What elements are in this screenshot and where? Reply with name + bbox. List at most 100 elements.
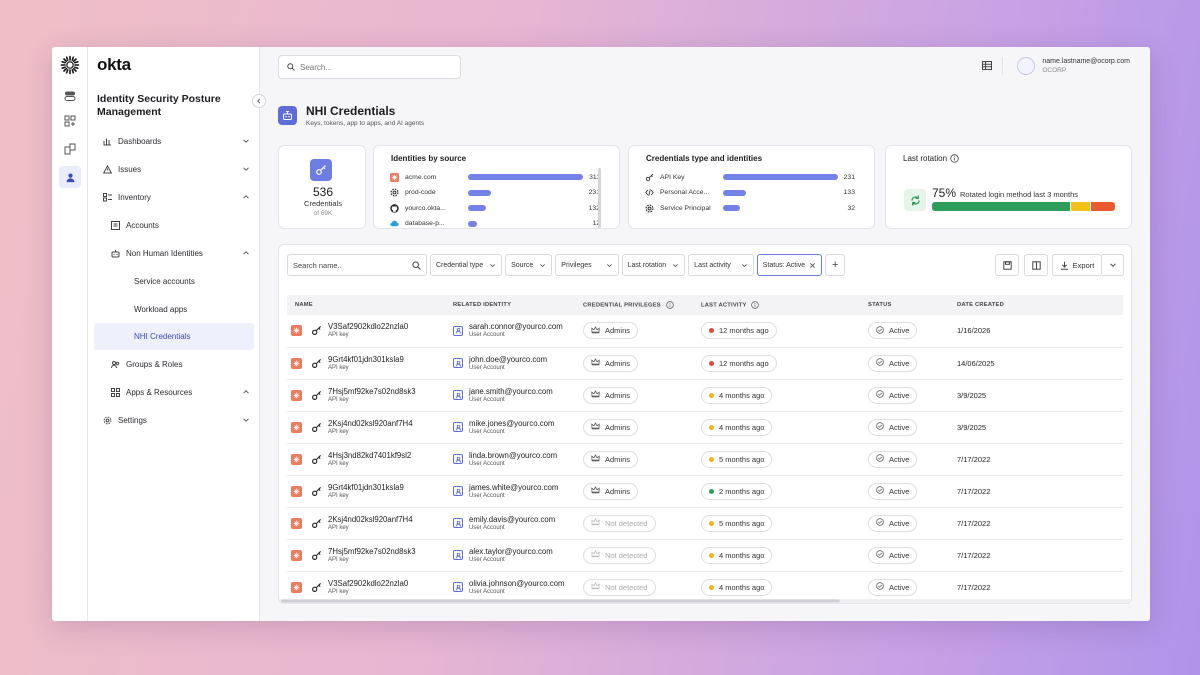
nav-dashboards[interactable]: Dashboards — [88, 131, 260, 151]
global-search[interactable] — [278, 55, 461, 79]
name-search-field[interactable]: Search name.. — [287, 254, 427, 276]
source-filter[interactable]: Source — [505, 254, 553, 276]
col-last-activity[interactable]: LAST ACTIVITY — [701, 295, 868, 315]
table-row[interactable]: 9Grt4kf01jdn301ksla9 API key james.white@y… — [287, 475, 1123, 507]
acme-source-icon — [291, 549, 302, 561]
close-icon[interactable] — [809, 262, 816, 269]
col-name[interactable]: NAME — [287, 295, 453, 315]
search-input[interactable] — [300, 62, 450, 72]
export-button[interactable]: Export — [1052, 254, 1102, 276]
nav-issues[interactable]: Issues — [88, 159, 260, 179]
credential-name[interactable]: 7Hsj5mf92ke7s02nd8sk3 — [328, 387, 416, 396]
check-circle-icon — [876, 582, 889, 592]
total-credentials-card: 536 Credentials of 69K — [278, 145, 366, 229]
privileges-label: Admins — [605, 326, 631, 336]
date-created: 7/17/2022 — [957, 518, 991, 528]
credential-name[interactable]: 7Hsj5mf92ke7s02nd8sk3 — [328, 547, 416, 556]
info-icon[interactable] — [950, 154, 959, 163]
col-related-identity[interactable]: RELATED IDENTITY — [453, 295, 583, 315]
source-bar — [468, 174, 583, 180]
credential-name[interactable]: V3Saf2902kdlo22nzla0 — [328, 322, 408, 331]
last-rotation-filter[interactable]: Last rotation — [621, 254, 686, 276]
table-row[interactable]: 4Hsj3nd82kd7401kf9sl2 API key linda.brown@… — [287, 443, 1123, 475]
collapse-sidebar-button[interactable] — [252, 94, 266, 108]
rotation-icon — [904, 189, 926, 211]
rotation-segment — [1091, 202, 1115, 211]
identity-email[interactable]: emily.davis@yourco.com — [469, 515, 555, 524]
identity-email[interactable]: sarah.connor@yourco.com — [469, 322, 563, 331]
identity-email[interactable]: alex.taylor@yourco.com — [469, 547, 553, 556]
toggle-icon[interactable] — [61, 87, 79, 105]
user-icon — [453, 454, 463, 464]
status-filter-chip[interactable]: Status: Active — [756, 254, 823, 276]
col-date-created[interactable]: DATE CREATED — [957, 295, 1123, 315]
nav-groups-roles[interactable]: Groups & Roles — [88, 354, 260, 374]
identity-email[interactable]: linda.brown@yourco.com — [469, 451, 557, 460]
devices-icon[interactable] — [61, 140, 79, 158]
card-scrollbar[interactable] — [598, 168, 601, 228]
cred-type-name: Service Principal — [660, 204, 711, 212]
col-credential-privileges[interactable]: CREDENTIAL PRIVILEGES — [583, 295, 701, 315]
search-icon — [412, 260, 421, 270]
activity-status-dot — [709, 456, 714, 462]
credential-type-filter[interactable]: Credential type — [430, 254, 503, 276]
credential-name[interactable]: 2Ksj4nd02ksl920anf7H4 — [328, 515, 413, 524]
nav-nhi-credentials[interactable]: NHI Credentials — [94, 323, 254, 350]
source-row[interactable]: acme.com 311 — [390, 171, 600, 183]
table-view-icon[interactable] — [982, 57, 993, 75]
add-filter-button[interactable]: + — [825, 254, 846, 276]
source-row[interactable]: database-p... 12 — [390, 218, 600, 230]
credential-name[interactable]: 9Grt4kf01jdn301ksla9 — [328, 355, 404, 364]
nav-service-accounts[interactable]: Service accounts — [88, 271, 260, 291]
nav-label: Accounts — [126, 220, 159, 230]
status-label: Active — [889, 422, 910, 432]
nav-non-human-identities[interactable]: Non Human Identities — [88, 243, 260, 263]
last-activity-filter[interactable]: Last activity — [688, 254, 754, 276]
privileges-filter[interactable]: Privileges — [555, 254, 619, 276]
columns-button[interactable] — [1024, 254, 1048, 276]
credential-name[interactable]: 9Grt4kf01jdn301ksla9 — [328, 483, 404, 492]
table-row[interactable]: 7Hsj5mf92ke7s02nd8sk3 API key alex.taylor@… — [287, 539, 1123, 571]
save-view-button[interactable] — [995, 254, 1019, 276]
filter-label: Status: Active — [762, 261, 806, 269]
cred-type-row[interactable]: API Key 231 — [645, 171, 855, 183]
identity-account-type: User Account — [469, 588, 505, 595]
identity-email[interactable]: james.white@yourco.com — [469, 483, 558, 492]
col-status[interactable]: STATUS — [868, 295, 957, 315]
acme-source-icon — [291, 485, 302, 497]
cred-type-row[interactable]: Personal Acce... 133 — [645, 187, 855, 199]
identity-email[interactable]: olivia.johnson@yourco.com — [469, 579, 564, 588]
info-icon[interactable] — [665, 301, 674, 309]
identity-email[interactable]: mike.jones@yourco.com — [469, 419, 554, 428]
table-row[interactable]: 2Ksj4nd02ksl920anf7H4 API key mike.jones@y… — [287, 411, 1123, 443]
nav-accounts[interactable]: Accounts — [88, 215, 260, 235]
avatar[interactable] — [1017, 57, 1036, 75]
table-row[interactable]: V3Saf2902kdlo22nzla0 API key sarah.connor@… — [287, 315, 1123, 347]
info-icon[interactable] — [751, 301, 759, 309]
identity-user-icon[interactable] — [59, 166, 81, 188]
table-row[interactable]: 2Ksj4nd02ksl920anf7H4 API key emily.davis@… — [287, 507, 1123, 539]
nav-inventory[interactable]: Inventory — [88, 187, 260, 207]
credential-name[interactable]: V3Saf2902kdlo22nzla0 — [328, 579, 408, 588]
apps-grid-icon[interactable] — [61, 112, 79, 130]
source-row[interactable]: yourco.okta... 132 — [390, 202, 600, 214]
source-row[interactable]: prod-code 231 — [390, 187, 600, 199]
search-icon — [287, 63, 295, 71]
plus-icon: + — [831, 259, 839, 271]
horizontal-scrollbar[interactable] — [279, 599, 1131, 603]
export-options-button[interactable] — [1102, 254, 1124, 276]
credential-name[interactable]: 4Hsj3nd82kd7401kf9sl2 — [328, 451, 411, 460]
identity-email[interactable]: jane.smith@yourco.com — [469, 387, 553, 396]
nav-apps-resources[interactable]: Apps & Resources — [88, 382, 260, 402]
user-info[interactable]: name.lastname@ocorp.com OCORP — [1042, 57, 1130, 75]
table-row[interactable]: 7Hsj5mf92ke7s02nd8sk3 API key jane.smith@y… — [287, 379, 1123, 411]
filter-bar: Search name.. Credential type Source Pri… — [287, 254, 846, 276]
cred-type-row[interactable]: Service Principal 32 — [645, 202, 855, 214]
credential-name[interactable]: 2Ksj4nd02ksl920anf7H4 — [328, 419, 413, 428]
identity-email[interactable]: john.doe@yourco.com — [469, 355, 547, 364]
nav-workload-apps[interactable]: Workload apps — [88, 299, 260, 319]
date-created: 3/9/2025 — [957, 390, 987, 400]
okta-sun-icon[interactable] — [60, 55, 80, 75]
nav-settings[interactable]: Settings — [88, 410, 260, 430]
table-row[interactable]: 9Grt4kf01jdn301ksla9 API key john.doe@your… — [287, 347, 1123, 379]
